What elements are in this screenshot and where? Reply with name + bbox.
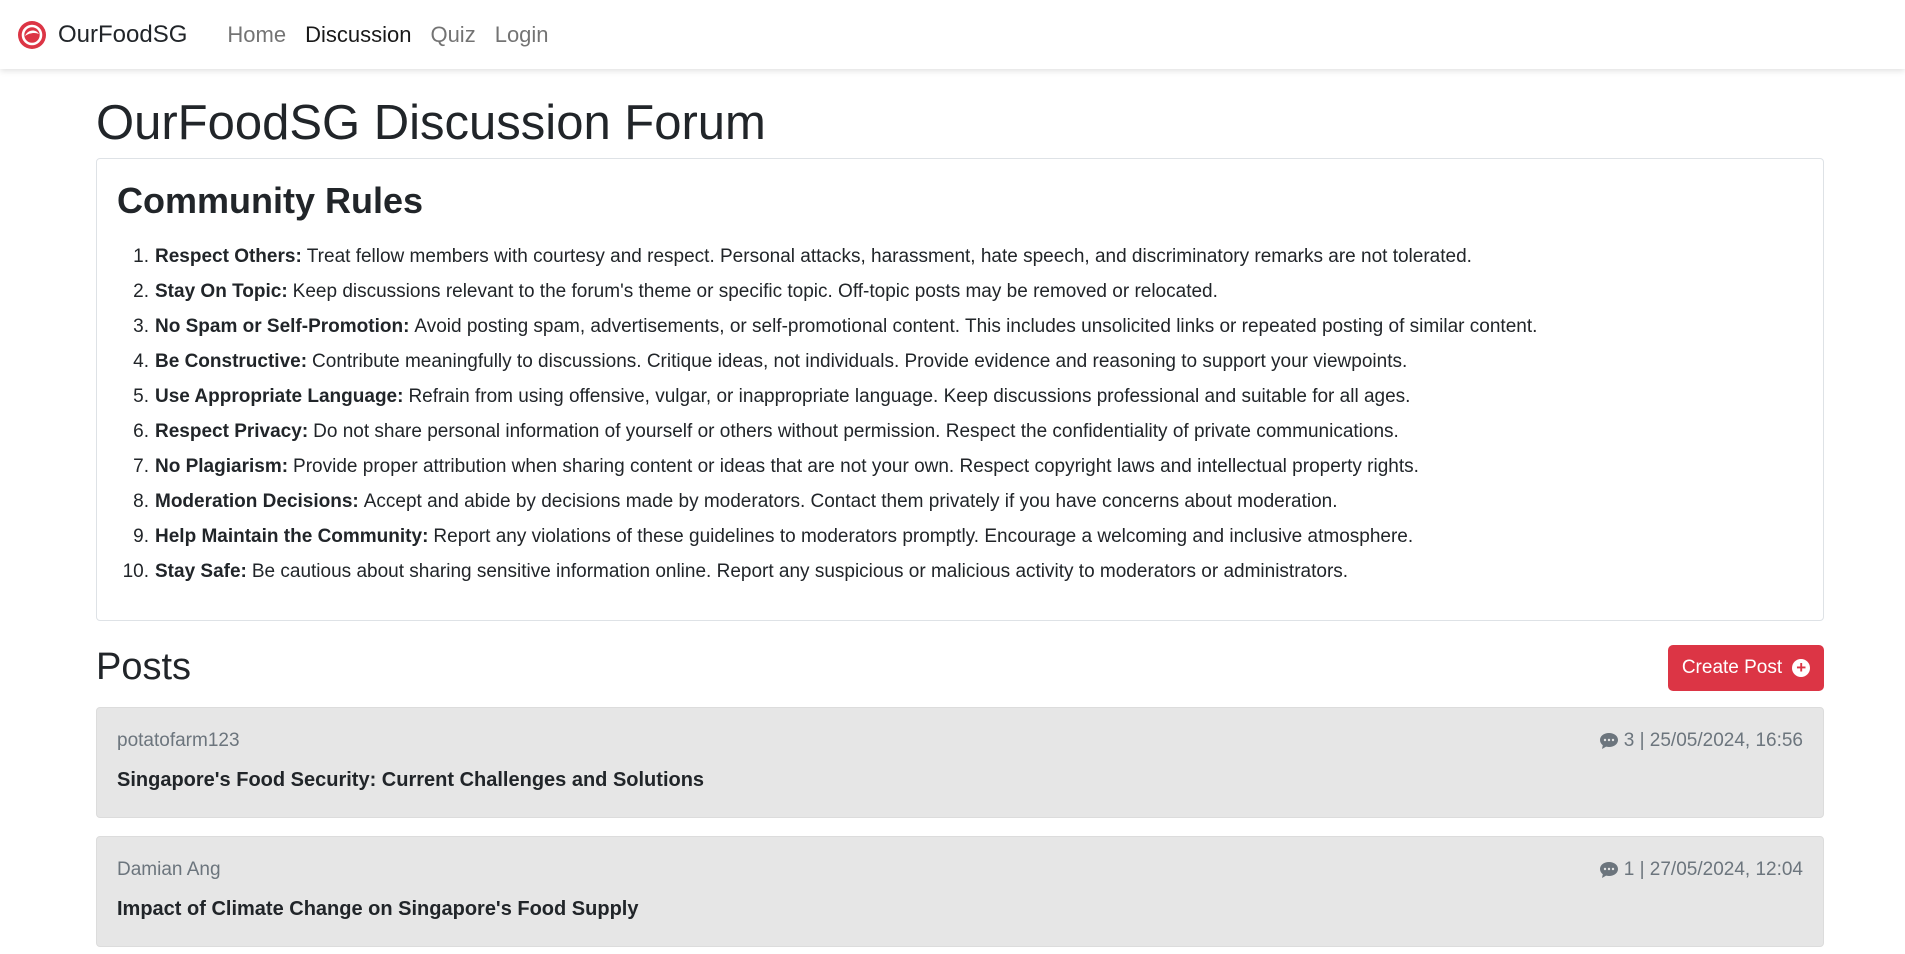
rule-number: 5.	[133, 386, 149, 408]
comment-count: 1	[1623, 858, 1635, 880]
rule-item: 2. Stay On Topic: Keep discussions relevan…	[117, 275, 1803, 310]
rule-number: 9.	[133, 525, 149, 547]
rule-name: Respect Others:	[155, 246, 302, 268]
rule-text: Treat fellow members with courtesy and r…	[306, 246, 1472, 268]
rule-item: 1. Respect Others: Treat fellow members wi…	[117, 240, 1803, 275]
nav-link-quiz[interactable]: Quiz	[430, 22, 475, 48]
ourfoodsg-logo-icon	[18, 20, 46, 49]
post-meta: 3 | 25/05/2024, 16:56	[1599, 730, 1803, 752]
rule-name: Help Maintain the Community:	[155, 525, 429, 547]
rule-number: 4.	[133, 351, 149, 373]
rules-list: 1. Respect Others: Treat fellow members wi…	[117, 240, 1803, 589]
rule-item: 3. No Spam or Self-Promotion: Avoid postin…	[117, 310, 1803, 345]
rule-number: 1.	[133, 246, 149, 268]
create-post-button[interactable]: Create Post +	[1668, 644, 1824, 691]
rule-number: 2.	[133, 281, 149, 303]
rule-item: 5. Use Appropriate Language: Refrain from …	[117, 380, 1803, 415]
rule-name: No Plagiarism:	[155, 455, 289, 477]
comment-bubble-icon	[1599, 732, 1618, 749]
post-title: Singapore's Food Security: Current Chall…	[117, 768, 705, 791]
rule-text: Contribute meaningfully to discussions. …	[312, 351, 1408, 373]
nav-link-discussion[interactable]: Discussion	[305, 22, 411, 48]
comment-count: 3	[1623, 729, 1635, 751]
rule-name: Stay Safe:	[155, 560, 247, 582]
post-datetime: 25/05/2024, 16:56	[1649, 729, 1803, 751]
rule-item: 7. No Plagiarism: Provide proper attributi…	[117, 450, 1803, 485]
rule-number: 7.	[133, 455, 149, 477]
posts-title: Posts	[96, 646, 192, 689]
rule-text: Provide proper attribution when sharing …	[293, 455, 1419, 477]
rule-item: 8. Moderation Decisions: Accept and abide …	[117, 485, 1803, 520]
post-title: Impact of Climate Change on Singapore's …	[117, 897, 639, 920]
top-navbar: OurFoodSG Home Discussion Quiz Login	[0, 0, 1905, 69]
rule-item: 10. Stay Safe: Be cautious about sharing s…	[117, 555, 1803, 590]
rule-text: Refrain from using offensive, vulgar, or…	[408, 386, 1411, 408]
post-author: Damian Ang	[117, 858, 221, 880]
post-datetime: 27/05/2024, 12:04	[1649, 858, 1803, 880]
rule-number: 6.	[133, 421, 149, 443]
posts-header: Posts Create Post +	[96, 644, 1824, 691]
comment-bubble-icon	[1599, 861, 1618, 878]
rule-text: Be cautious about sharing sensitive info…	[251, 560, 1349, 582]
rule-name: Stay On Topic:	[155, 281, 288, 303]
rule-name: Be Constructive:	[155, 351, 308, 373]
main-content: OurFoodSG Discussion Forum Community Rul…	[96, 69, 1824, 947]
rule-item: 4. Be Constructive: Contribute meaningfull…	[117, 345, 1803, 380]
rule-text: Avoid posting spam, advertisements, or s…	[414, 316, 1538, 338]
page-title: OurFoodSG Discussion Forum	[96, 96, 766, 150]
rule-text: Do not share personal information of you…	[313, 421, 1399, 443]
post-author: potatofarm123	[117, 729, 240, 751]
rule-name: Moderation Decisions:	[155, 490, 359, 512]
rule-name: No Spam or Self-Promotion:	[155, 316, 410, 338]
rule-name: Respect Privacy:	[155, 421, 309, 443]
post-card[interactable]: Damian Ang 1 | 27/05/2024, 12:04 Impact …	[96, 835, 1824, 947]
rules-title: Community Rules	[117, 179, 424, 221]
plus-circle-icon: +	[1792, 658, 1811, 677]
rule-name: Use Appropriate Language:	[155, 386, 404, 408]
post-meta: 1 | 27/05/2024, 12:04	[1599, 859, 1803, 881]
rule-text: Accept and abide by decisions made by mo…	[363, 490, 1338, 512]
brand[interactable]: OurFoodSG	[17, 20, 187, 50]
rule-item: 9. Help Maintain the Community: Report any…	[117, 520, 1803, 555]
rule-text: Keep discussions relevant to the forum's…	[292, 281, 1218, 303]
rule-number: 10.	[122, 560, 149, 582]
post-card[interactable]: potatofarm123 3 | 25/05/2024, 16:56 Sing…	[96, 706, 1824, 818]
community-rules-card: Community Rules 1. Respect Others: Treat f…	[96, 157, 1824, 621]
nav-link-login[interactable]: Login	[495, 22, 549, 48]
rule-number: 8.	[133, 490, 149, 512]
nav-link-home[interactable]: Home	[227, 22, 286, 48]
create-post-label: Create Post	[1681, 656, 1783, 678]
rule-item: 6. Respect Privacy: Do not share personal …	[117, 415, 1803, 450]
rule-text: Report any violations of these guideline…	[433, 525, 1414, 547]
brand-name: OurFoodSG	[58, 20, 188, 48]
rule-number: 3.	[133, 316, 149, 338]
